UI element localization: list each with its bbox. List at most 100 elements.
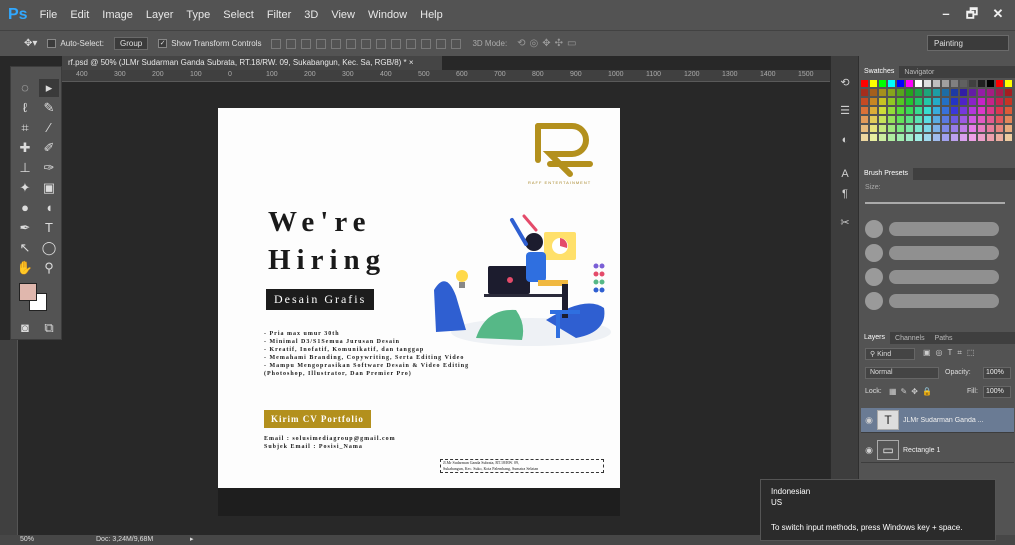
color-swatch[interactable] (933, 89, 940, 96)
color-swatch[interactable] (879, 116, 886, 123)
color-swatch[interactable] (933, 98, 940, 105)
brush-preset-stroke[interactable] (889, 222, 999, 236)
status-menu-arrow-icon[interactable]: ▸ (190, 535, 194, 543)
color-swatch[interactable] (906, 80, 913, 87)
color-swatch[interactable] (897, 89, 904, 96)
color-swatch[interactable] (1005, 80, 1012, 87)
color-swatch[interactable] (906, 98, 913, 105)
color-swatch[interactable] (888, 125, 895, 132)
color-swatch[interactable] (924, 125, 931, 132)
color-swatch[interactable] (861, 98, 868, 105)
brush-size-slider[interactable] (865, 202, 1005, 204)
align-bottom-icon[interactable] (301, 38, 312, 49)
brush-preset-stroke[interactable] (889, 246, 999, 260)
color-swatch[interactable] (951, 125, 958, 132)
shape-tool-icon[interactable]: ◯ (39, 239, 59, 257)
color-swatch[interactable] (1005, 116, 1012, 123)
auto-select-dropdown[interactable]: Group (113, 37, 149, 50)
distribute-bottom-icon[interactable] (391, 38, 402, 49)
menu-view[interactable]: View (331, 9, 355, 21)
color-swatch[interactable] (960, 125, 967, 132)
history-brush-tool-icon[interactable]: ✑ (39, 159, 59, 177)
opacity-field[interactable]: 100% (983, 367, 1011, 379)
color-swatch[interactable] (1005, 98, 1012, 105)
color-swatch[interactable] (915, 107, 922, 114)
color-swatch[interactable] (879, 134, 886, 141)
color-swatch[interactable] (978, 89, 985, 96)
layer-row[interactable]: ◉ T JLMr Sudarman Ganda ... (861, 408, 1014, 433)
eraser-tool-icon[interactable]: ✦ (15, 179, 35, 197)
color-swatch[interactable] (987, 89, 994, 96)
paragraph-panel-icon[interactable]: ¶ (837, 188, 853, 204)
distribute-top-icon[interactable] (361, 38, 372, 49)
zoom-tool-icon[interactable]: ⚲ (39, 259, 59, 277)
eyedropper-tool-icon[interactable]: ⁄ (39, 119, 59, 137)
color-swatch[interactable] (870, 125, 877, 132)
color-swatch[interactable] (879, 107, 886, 114)
color-swatch[interactable] (924, 89, 931, 96)
color-swatch[interactable] (942, 107, 949, 114)
color-swatch[interactable] (870, 80, 877, 87)
menu-image[interactable]: Image (102, 9, 133, 21)
dodge-tool-icon[interactable]: ◖ (39, 199, 59, 217)
menu-type[interactable]: Type (186, 9, 210, 21)
quick-mask-icon[interactable]: ◙ (15, 319, 35, 337)
color-swatch[interactable] (987, 80, 994, 87)
3d-mode-icons[interactable]: ⟲◎✥✣▭ (517, 38, 580, 49)
menu-3d[interactable]: 3D (304, 9, 318, 21)
color-swatch[interactable] (861, 125, 868, 132)
color-swatch[interactable] (888, 134, 895, 141)
adjustments-panel-icon[interactable]: ◐ (837, 134, 853, 150)
layer-row[interactable]: ◉ ▭ Rectangle 1 (861, 438, 1014, 463)
color-swatch[interactable] (906, 89, 913, 96)
color-swatch[interactable] (942, 98, 949, 105)
blend-mode-dropdown[interactable]: Normal (865, 367, 939, 379)
color-swatch[interactable] (861, 116, 868, 123)
color-swatch[interactable] (897, 98, 904, 105)
restore-button[interactable]: 🗗 (961, 6, 983, 22)
healing-tool-icon[interactable]: ✚ (15, 139, 35, 157)
color-swatch[interactable] (879, 89, 886, 96)
tab-brush-presets[interactable]: Brush Presets (859, 168, 913, 180)
color-swatch[interactable] (942, 134, 949, 141)
color-swatch[interactable] (888, 116, 895, 123)
menu-help[interactable]: Help (420, 9, 443, 21)
hand-tool-icon[interactable]: ✋ (15, 259, 35, 277)
screen-mode-icon[interactable]: ⧉ (39, 319, 59, 337)
color-swatch[interactable] (996, 134, 1003, 141)
color-swatch[interactable] (906, 125, 913, 132)
color-swatch[interactable] (915, 116, 922, 123)
color-swatch[interactable] (978, 80, 985, 87)
color-swatch[interactable] (978, 98, 985, 105)
color-swatch[interactable] (861, 107, 868, 114)
color-swatch[interactable] (861, 134, 868, 141)
brush-preset-stroke[interactable] (889, 270, 999, 284)
menu-edit[interactable]: Edit (70, 9, 89, 21)
tools-presets-icon[interactable]: ✂ (837, 216, 853, 232)
color-swatch[interactable] (861, 80, 868, 87)
color-swatch[interactable] (951, 89, 958, 96)
color-swatch[interactable] (924, 80, 931, 87)
color-swatch[interactable] (924, 116, 931, 123)
color-swatch[interactable] (951, 107, 958, 114)
fill-field[interactable]: 100% (983, 386, 1011, 398)
color-swatch[interactable] (879, 125, 886, 132)
address-text-layer[interactable]: Jl.Mr Sudarman Ganda Subrata, RT.18/RW. … (440, 459, 604, 473)
color-swatch[interactable] (897, 80, 904, 87)
distribute-right-icon[interactable] (436, 38, 447, 49)
color-swatch[interactable] (951, 134, 958, 141)
quick-select-tool-icon[interactable]: ✎ (39, 99, 59, 117)
color-swatch[interactable] (996, 80, 1003, 87)
color-swatch[interactable] (897, 116, 904, 123)
tab-paths[interactable]: Paths (930, 335, 958, 342)
color-swatch[interactable] (951, 116, 958, 123)
color-swatch[interactable] (996, 107, 1003, 114)
color-swatch[interactable] (915, 134, 922, 141)
auto-align-icon[interactable] (451, 38, 462, 49)
color-swatch[interactable] (960, 116, 967, 123)
color-swatch[interactable] (870, 134, 877, 141)
color-swatch[interactable] (1005, 89, 1012, 96)
color-swatch[interactable] (996, 125, 1003, 132)
blur-tool-icon[interactable]: ● (15, 199, 35, 217)
swatch-grid[interactable] (861, 80, 1013, 146)
